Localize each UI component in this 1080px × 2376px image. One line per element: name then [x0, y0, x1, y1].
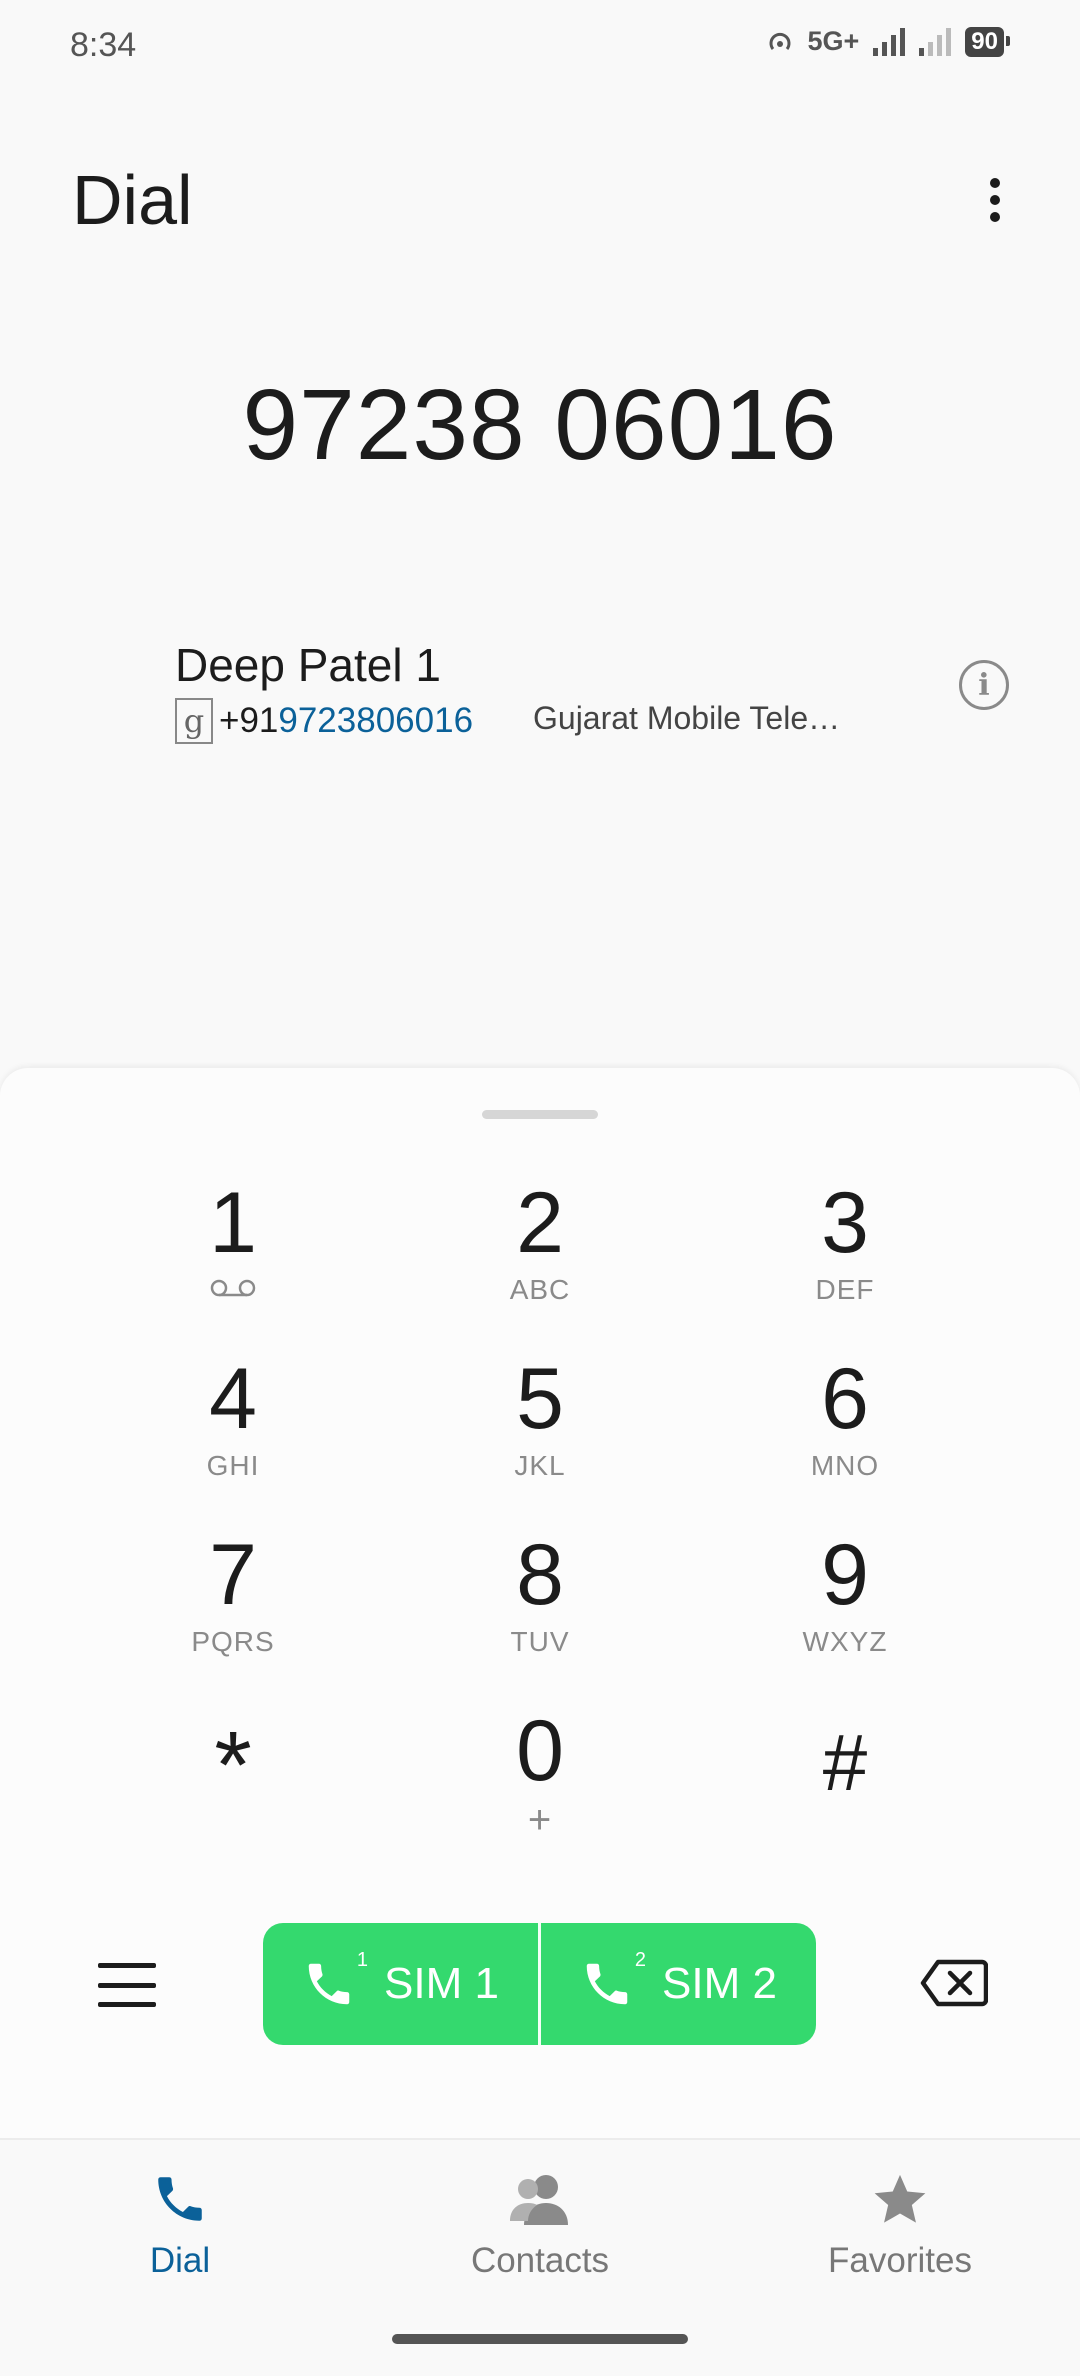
sim1-label: SIM 1	[384, 1959, 499, 2008]
more-dot-icon	[990, 178, 1000, 188]
key-digit: 7	[209, 1527, 257, 1623]
voicemail-icon	[210, 1279, 256, 1297]
call-sim1-button[interactable]: 1 SIM 1	[263, 1923, 538, 2045]
contact-name: Deep Patel 1	[175, 639, 441, 691]
phone-icon: 2	[580, 1949, 646, 2011]
number-prefix: +91	[219, 701, 279, 740]
key-digit: 8	[516, 1527, 564, 1623]
status-icons: 5G+ 90	[766, 26, 1010, 57]
key-1[interactable]: 1	[133, 1178, 333, 1328]
call-sim2-button[interactable]: 2 SIM 2	[541, 1923, 816, 2045]
key-5[interactable]: 5 JKL	[440, 1354, 640, 1504]
call-buttons: 1 SIM 1 2 SIM 2	[263, 1923, 816, 2045]
key-digit: 1	[209, 1175, 257, 1271]
tab-label: Favorites	[828, 2241, 972, 2280]
key-3[interactable]: 3 DEF	[745, 1178, 945, 1328]
number-match: 9723806016	[278, 701, 474, 740]
key-9[interactable]: 9 WXYZ	[745, 1530, 945, 1680]
page-title: Dial	[72, 161, 193, 239]
key-7[interactable]: 7 PQRS	[133, 1530, 333, 1680]
key-letters: PQRS	[191, 1626, 275, 1657]
key-letters: MNO	[810, 1450, 880, 1481]
phone-icon	[158, 2177, 202, 2221]
hotspot-icon	[769, 32, 790, 50]
menu-line	[98, 1982, 156, 1988]
network-type: 5G+	[807, 26, 860, 56]
key-hash[interactable]: #	[745, 1718, 945, 1868]
more-options-button[interactable]	[980, 170, 1010, 230]
tab-label: Dial	[149, 2241, 211, 2280]
more-dot-icon	[990, 195, 1000, 205]
menu-button[interactable]	[98, 1963, 156, 2007]
key-digit: 4	[209, 1351, 257, 1447]
key-letters: ABC	[509, 1274, 571, 1305]
key-letters: DEF	[815, 1274, 875, 1305]
status-bar: 8:34 5G+ 90	[0, 0, 1080, 90]
signal-sim2-icon	[919, 27, 952, 56]
key-6[interactable]: 6 MNO	[745, 1354, 945, 1504]
tab-dial[interactable]: Dial	[60, 2170, 300, 2281]
contacts-icon	[510, 2175, 568, 2225]
key-digit: 3	[821, 1175, 869, 1271]
tab-contacts[interactable]: Contacts	[420, 2170, 660, 2281]
key-star[interactable]: *	[133, 1718, 333, 1868]
drag-handle[interactable]	[482, 1110, 598, 1119]
key-8[interactable]: 8 TUV	[440, 1530, 640, 1680]
key-letters: WXYZ	[802, 1626, 888, 1657]
contact-number-line: g +91 9723806016	[175, 698, 473, 744]
home-indicator[interactable]	[392, 2334, 688, 2344]
key-letters: JKL	[514, 1450, 566, 1481]
key-4[interactable]: 4 GHI	[133, 1354, 333, 1504]
more-dot-icon	[990, 212, 1000, 222]
key-letters: GHI	[206, 1450, 260, 1481]
sim-index: 1	[356, 1949, 369, 1971]
key-digit: *	[214, 1712, 252, 1819]
key-2[interactable]: 2 ABC	[440, 1178, 640, 1328]
battery-icon: 90	[965, 26, 1010, 57]
key-digit: 2	[516, 1175, 564, 1271]
info-icon[interactable]: i	[959, 660, 1009, 710]
key-digit: #	[822, 1718, 868, 1807]
backspace-icon[interactable]	[920, 1958, 988, 2008]
key-letters: +	[527, 1798, 553, 1842]
contact-suggestion[interactable]: Deep Patel 1 g +91 9723806016 Gujarat Mo…	[175, 638, 1015, 748]
phone-icon: 1	[302, 1949, 368, 2011]
sim-index: 2	[634, 1949, 647, 1971]
menu-line	[98, 2002, 156, 2007]
menu-line	[98, 1963, 156, 1968]
key-digit: 9	[821, 1527, 869, 1623]
key-digit: 6	[821, 1351, 869, 1447]
tab-favorites[interactable]: Favorites	[780, 2170, 1020, 2281]
key-0[interactable]: 0 +	[440, 1706, 640, 1856]
google-account-icon: g	[175, 698, 213, 744]
dialed-number[interactable]: 97238 06016	[0, 368, 1080, 483]
status-time: 8:34	[70, 26, 137, 64]
star-icon	[874, 2174, 926, 2223]
key-digit: 5	[516, 1351, 564, 1447]
tab-label: Contacts	[470, 2241, 610, 2280]
key-digit: 0	[516, 1703, 564, 1799]
carrier-label: Gujarat Mobile Tele…	[533, 700, 841, 736]
key-letters: TUV	[510, 1626, 570, 1657]
signal-sim1-icon	[873, 27, 906, 56]
sim2-label: SIM 2	[662, 1959, 777, 2008]
